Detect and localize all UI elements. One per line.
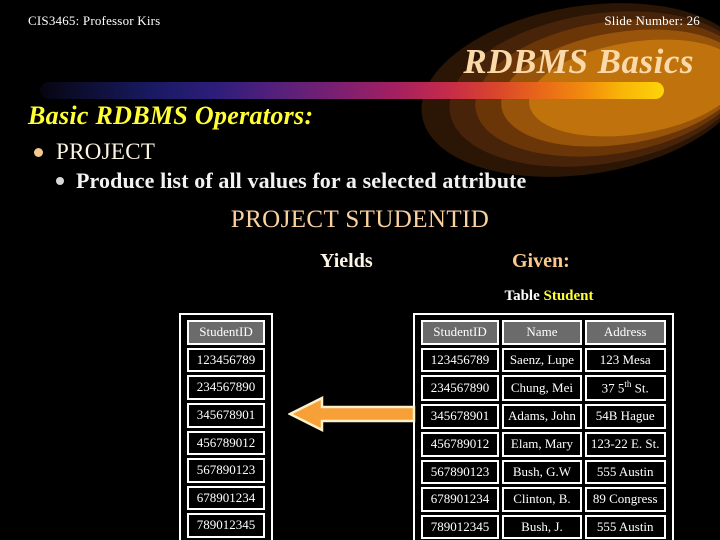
table-cell: 345678901 xyxy=(421,404,499,429)
table-row: 567890123 Bush, G.W 555 Austin xyxy=(421,459,666,485)
table-header-row: StudentID Name Address xyxy=(421,320,666,345)
slide-title: RDBMS Basics xyxy=(463,42,694,81)
table-cell: 37 5th St. xyxy=(584,375,666,402)
column-header: Address xyxy=(584,320,666,345)
table-cell: 89 Congress xyxy=(584,487,666,512)
column-header: Name xyxy=(502,320,582,345)
table-cell: 123456789 xyxy=(187,347,265,373)
result-table-head: StudentID xyxy=(187,320,265,345)
table-row: 234567890 Chung, Mei 37 5th St. xyxy=(421,375,666,402)
table-row: 789012345 Bush, J. 555 Austin xyxy=(421,514,666,540)
source-table-head: StudentID Name Address xyxy=(421,320,666,345)
table-cell: 789012345 xyxy=(421,514,499,540)
table-cell: Adams, John xyxy=(502,404,582,429)
table-cell: 678901234 xyxy=(187,485,265,511)
table-row: 345678901 xyxy=(187,402,265,428)
table-cell: Clinton, B. xyxy=(502,487,582,512)
table-cell: Saenz, Lupe xyxy=(502,347,582,373)
table-caption-name: Student xyxy=(543,288,594,304)
table-cell: 123-22 E. St. xyxy=(584,431,666,457)
source-table-grid: StudentID Name Address 123456789 Saenz, Lup… xyxy=(418,317,669,540)
table-row: 456789012 xyxy=(187,430,265,456)
bullet-dot-icon xyxy=(56,177,64,185)
table-row: 678901234 xyxy=(187,485,265,511)
column-header: StudentID xyxy=(421,320,499,345)
table-cell: 123456789 xyxy=(421,347,499,373)
table-cell: 678901234 xyxy=(421,487,499,512)
table-cell: Chung, Mei xyxy=(502,375,582,402)
yields-label: Yields xyxy=(320,250,373,272)
column-header: StudentID xyxy=(187,320,265,345)
table-cell: Bush, J. xyxy=(502,514,582,540)
table-cell: 555 Austin xyxy=(584,514,666,540)
table-cell: Elam, Mary xyxy=(502,431,582,457)
table-cell: 567890123 xyxy=(421,459,499,485)
course-instructor-label: CIS3465: Professor Kirs xyxy=(28,13,161,28)
result-table-grid: StudentID 123456789 234567890 345678901 456… xyxy=(184,317,268,540)
projection-flow-arrow-icon xyxy=(288,396,416,432)
ordinal-suffix: th xyxy=(624,379,632,390)
bullet-label-level2: Produce list of all values for a selecte… xyxy=(76,168,527,193)
bullet-dot-icon xyxy=(34,147,43,157)
table-row: 234567890 xyxy=(187,375,265,400)
table-cell: 234567890 xyxy=(187,375,265,400)
table-caption-prefix: Table xyxy=(504,288,544,304)
table-cell: 567890123 xyxy=(187,458,265,483)
table-header-row: StudentID xyxy=(187,320,265,345)
table-row: 345678901 Adams, John 54B Hague xyxy=(421,404,666,429)
bullet-item-produce-list: Produce list of all values for a selecte… xyxy=(56,168,526,194)
bullet-item-project: PROJECT xyxy=(34,139,155,165)
table-row: 567890123 xyxy=(187,458,265,483)
table-row: 123456789 Saenz, Lupe 123 Mesa xyxy=(421,347,666,373)
table-row: 678901234 Clinton, B. 89 Congress xyxy=(421,487,666,512)
source-table: StudentID Name Address 123456789 Saenz, Lup… xyxy=(413,313,674,540)
slide-number-label: Slide Number: 26 xyxy=(604,13,700,28)
result-table-body: 123456789 234567890 345678901 456789012 5678… xyxy=(187,347,265,539)
table-row: 789012345 xyxy=(187,513,265,539)
result-table: StudentID 123456789 234567890 345678901 456… xyxy=(179,313,273,540)
table-cell: 234567890 xyxy=(421,375,499,402)
accent-gradient-bar xyxy=(40,82,664,99)
bullet-label-level1: PROJECT xyxy=(56,139,156,164)
table-cell: 456789012 xyxy=(187,430,265,456)
given-label: Given: xyxy=(512,250,570,272)
table-cell: 54B Hague xyxy=(584,404,666,429)
source-table-body: 123456789 Saenz, Lupe 123 Mesa 234567890 Chu… xyxy=(421,347,666,540)
section-heading: Basic RDBMS Operators: xyxy=(28,101,314,130)
table-caption: Table Student xyxy=(415,288,683,305)
table-row: 123456789 xyxy=(187,347,265,373)
table-row: 456789012 Elam, Mary 123-22 E. St. xyxy=(421,431,666,457)
table-cell: 555 Austin xyxy=(584,459,666,485)
table-cell: 789012345 xyxy=(187,513,265,539)
table-cell: 123 Mesa xyxy=(584,347,666,373)
project-statement: PROJECT STUDENTID xyxy=(230,206,490,233)
table-cell: 345678901 xyxy=(187,402,265,428)
table-cell: Bush, G.W xyxy=(502,459,582,485)
table-cell: 456789012 xyxy=(421,431,499,457)
